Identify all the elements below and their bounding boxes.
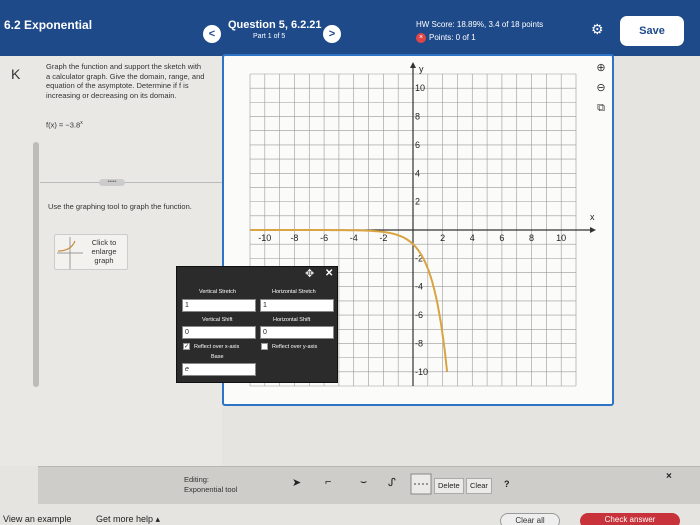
horizontal-stretch-input[interactable]: 1 bbox=[260, 299, 334, 312]
function-text: f(x) = −3.8 bbox=[46, 120, 81, 130]
points-status: × Points: 0 of 1 bbox=[416, 33, 476, 43]
y-tick-label: -8 bbox=[415, 338, 423, 348]
enlarge-graph-label: Click to enlarge graph bbox=[91, 238, 117, 265]
expand-more-button[interactable]: ••••• bbox=[99, 179, 125, 186]
vertical-shift-input[interactable]: 0 bbox=[182, 326, 256, 339]
x-tick-label: 8 bbox=[529, 233, 534, 243]
graph-thumbnail-icon bbox=[57, 237, 83, 269]
tool-instructions: Use the graphing tool to graph the funct… bbox=[48, 202, 192, 211]
get-more-help-link[interactable]: Get more help ▴ bbox=[96, 514, 160, 525]
x-axis-label: x bbox=[590, 212, 595, 222]
y-axis-arrow bbox=[410, 62, 416, 68]
editing-toolbar: Editing: Exponential tool ➤ ⌐ ⌣ ᔑ Delete… bbox=[38, 466, 700, 504]
transform-popup: ✥ ✕ Vertical Stretch 1 Horizontal Stretc… bbox=[176, 266, 338, 383]
zoom-in-icon[interactable]: ⊕ bbox=[588, 58, 614, 78]
function-definition: f(x) = −3.8x bbox=[46, 120, 83, 130]
vertical-stretch-label: Vertical Stretch bbox=[199, 289, 236, 295]
y-axis-label: y bbox=[419, 64, 424, 74]
x-tick-label: -6 bbox=[320, 233, 328, 243]
y-tick-label: -6 bbox=[415, 310, 423, 320]
x-tick-label: -8 bbox=[290, 233, 298, 243]
vertical-shift-label: Vertical Shift bbox=[202, 317, 233, 323]
question-instructions: Graph the function and support the sketc… bbox=[46, 62, 205, 100]
y-tick-label: 4 bbox=[415, 168, 420, 178]
next-question-button[interactable]: > bbox=[323, 25, 341, 43]
graph-tools: ⊕ ⊖ ⧉ bbox=[588, 58, 614, 118]
view-example-link[interactable]: View an example bbox=[3, 514, 71, 524]
pointer-icon[interactable]: ➤ bbox=[292, 476, 301, 489]
exponential-curve-icon[interactable]: ᔑ bbox=[388, 476, 396, 489]
enlarge-graph-button[interactable]: Click to enlarge graph bbox=[54, 234, 128, 270]
y-tick-label: 6 bbox=[415, 140, 420, 150]
y-tick-label: -4 bbox=[415, 282, 423, 292]
check-answer-button[interactable]: Check answer bbox=[580, 513, 680, 525]
gear-icon[interactable]: ⚙ bbox=[591, 22, 604, 36]
x-tick-label: 6 bbox=[499, 233, 504, 243]
base-input[interactable]: e bbox=[182, 363, 256, 376]
y-tick-label: 10 bbox=[415, 83, 425, 93]
x-circle-icon: × bbox=[416, 33, 426, 43]
question-part: Part 1 of 5 bbox=[253, 33, 286, 40]
editing-label: Editing: bbox=[184, 475, 210, 484]
x-tick-label: -2 bbox=[379, 233, 387, 243]
delete-button[interactable]: Delete bbox=[434, 478, 464, 494]
zoom-out-icon[interactable]: ⊖ bbox=[588, 78, 614, 98]
curve-icon[interactable]: ⌐ bbox=[325, 476, 331, 488]
clear-button[interactable]: Clear bbox=[466, 478, 492, 494]
help-button[interactable]: ? bbox=[504, 479, 510, 489]
horizontal-stretch-label: Horizontal Stretch bbox=[272, 289, 316, 295]
question-title: Question 5, 6.2.21 bbox=[228, 19, 322, 31]
x-tick-label: 4 bbox=[470, 233, 475, 243]
section-title: 6.2 Exponential bbox=[4, 18, 93, 32]
section-divider bbox=[40, 182, 222, 183]
x-tick-label: -4 bbox=[350, 233, 358, 243]
x-tick-label: -10 bbox=[258, 233, 271, 243]
y-tick-label: -10 bbox=[415, 367, 428, 377]
reflect-x-label: Reflect over x-axis bbox=[194, 344, 240, 350]
collapse-panel-icon[interactable]: K bbox=[11, 66, 20, 82]
prev-question-button[interactable]: < bbox=[203, 25, 221, 43]
close-toolbar-button[interactable]: × bbox=[666, 471, 672, 482]
horizontal-shift-input[interactable]: 0 bbox=[260, 326, 334, 339]
dashed-line-icon[interactable] bbox=[410, 473, 432, 498]
check-curve-icon[interactable]: ⌣ bbox=[360, 476, 367, 489]
question-pane: K Graph the function and support the ske… bbox=[0, 56, 222, 466]
vertical-stretch-input[interactable]: 1 bbox=[182, 299, 256, 312]
editing-status: Editing: Exponential tool bbox=[184, 475, 237, 495]
base-label: Base bbox=[211, 354, 224, 360]
points-text: Points: 0 of 1 bbox=[429, 33, 476, 43]
y-tick-label: 2 bbox=[415, 197, 420, 207]
editing-tool-name: Exponential tool bbox=[184, 485, 238, 494]
horizontal-shift-label: Horizontal Shift bbox=[273, 317, 311, 323]
left-scrollbar[interactable] bbox=[33, 142, 39, 387]
reflect-y-label: Reflect over y-axis bbox=[272, 344, 318, 350]
move-icon[interactable]: ✥ bbox=[305, 267, 314, 280]
function-exponent: x bbox=[80, 120, 83, 126]
popout-icon[interactable]: ⧉ bbox=[588, 98, 614, 118]
hw-score: HW Score: 18.89%, 3.4 of 18 points bbox=[416, 20, 544, 29]
y-tick-label: 8 bbox=[415, 112, 420, 122]
save-button[interactable]: Save bbox=[620, 16, 684, 46]
clear-all-button[interactable]: Clear all bbox=[500, 513, 560, 525]
close-popup-button[interactable]: ✕ bbox=[325, 268, 333, 279]
reflect-y-checkbox[interactable] bbox=[261, 343, 268, 350]
x-tick-label: 10 bbox=[556, 233, 566, 243]
x-axis-arrow bbox=[590, 227, 596, 233]
reflect-x-checkbox[interactable]: ✓ bbox=[183, 343, 190, 350]
x-tick-label: 2 bbox=[440, 233, 445, 243]
top-bar: 6.2 Exponential < Question 5, 6.2.21 Par… bbox=[0, 0, 700, 56]
